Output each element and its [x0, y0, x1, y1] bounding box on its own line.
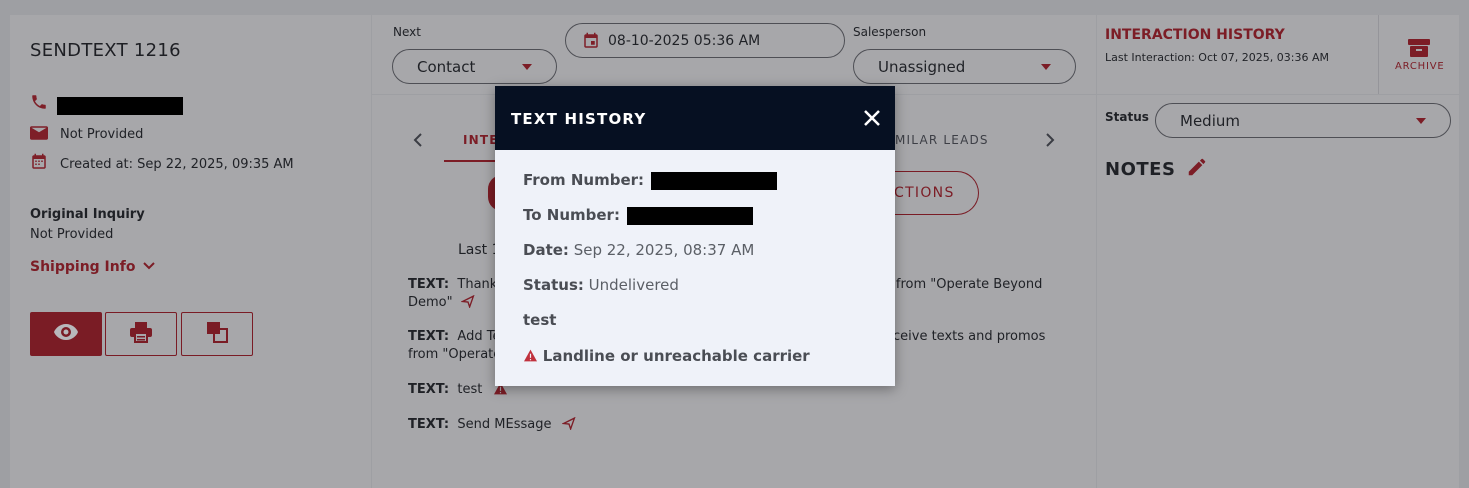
to-number-redacted	[626, 206, 753, 225]
message-label: TEXT:	[408, 277, 450, 292]
chevron-left-icon[interactable]	[413, 132, 423, 151]
message-label: TEXT:	[408, 329, 450, 344]
next-select-value: Contact	[417, 57, 476, 76]
to-number-label: To Number:	[523, 206, 620, 224]
actions-button-label: CTIONS	[894, 185, 955, 201]
interaction-history-title: INTERACTION HISTORY	[1105, 27, 1285, 43]
message-label: TEXT:	[408, 417, 450, 432]
view-button[interactable]	[30, 312, 102, 356]
lead-title: SENDTEXT 1216	[30, 40, 181, 61]
phone-icon	[30, 93, 48, 115]
message-text: Demo"	[408, 295, 453, 310]
text-history-modal: TEXT HISTORY From Number: To Number: Dat…	[495, 86, 895, 386]
message-4: TEXT: Send MEssage	[408, 416, 576, 434]
created-at: Created at: Sep 22, 2025, 09:35 AM	[60, 157, 294, 172]
salesperson-select[interactable]: Unassigned	[853, 49, 1076, 84]
notes-label: NOTES	[1105, 159, 1176, 180]
message-text: test	[523, 311, 557, 329]
message-text: Add Te	[457, 329, 501, 344]
last-interaction: Last Interaction: Oct 07, 2025, 03:36 AM	[1105, 51, 1329, 64]
email-icon	[30, 125, 48, 144]
message-label: TEXT:	[408, 382, 450, 397]
date-label: Date:	[523, 241, 569, 259]
calendar-icon	[582, 32, 600, 50]
notes-title: NOTES	[1105, 156, 1208, 180]
close-icon[interactable]	[861, 107, 883, 129]
shipping-info-toggle[interactable]: Shipping Info	[30, 259, 156, 275]
caret-down-icon	[522, 64, 532, 70]
message-text: test	[457, 382, 483, 397]
caret-down-icon	[1416, 118, 1426, 124]
status-label: Status	[1105, 110, 1149, 124]
archive-icon[interactable]	[1407, 38, 1431, 62]
date-row: Date: Sep 22, 2025, 08:37 AM	[523, 241, 754, 259]
message-text: Send MEssage	[457, 417, 552, 432]
send-icon	[457, 294, 475, 310]
send-icon	[556, 416, 576, 432]
tab-interactions[interactable]: INTE	[463, 133, 499, 147]
from-number-row: From Number:	[523, 171, 777, 190]
pencil-icon[interactable]	[1182, 158, 1208, 180]
status-notes-panel	[1097, 95, 1459, 488]
eye-icon	[53, 323, 79, 345]
archive-button[interactable]: ARCHIVE	[1395, 61, 1445, 72]
message-2-continued: eceive texts and promos	[885, 329, 1046, 344]
status-label: Status:	[523, 276, 584, 294]
phone-redacted	[57, 97, 183, 115]
modal-title: TEXT HISTORY	[511, 110, 647, 128]
message-1-continued: s from "Operate Beyond	[885, 277, 1043, 292]
message-1: TEXT: Thanks	[408, 276, 504, 294]
printer-icon	[129, 321, 153, 347]
original-inquiry-value: Not Provided	[30, 227, 114, 242]
email-value: Not Provided	[60, 127, 144, 142]
warning-row: Landline or unreachable carrier	[523, 347, 810, 365]
print-button[interactable]	[105, 312, 177, 356]
duplicate-button[interactable]	[181, 312, 253, 356]
date-value: 08-10-2025 05:36 AM	[608, 32, 761, 49]
date-input[interactable]: 08-10-2025 05:36 AM	[565, 23, 845, 58]
message-1-line2: Demo"	[408, 294, 475, 312]
next-label: Next	[393, 25, 421, 39]
next-select[interactable]: Contact	[392, 49, 557, 84]
date-value: Sep 22, 2025, 08:37 AM	[573, 241, 755, 259]
message-body: test	[523, 311, 556, 329]
copy-icon	[205, 321, 229, 347]
shipping-info-label: Shipping Info	[30, 259, 136, 275]
modal-header: TEXT HISTORY	[495, 86, 895, 150]
chevron-right-icon[interactable]	[1045, 132, 1055, 151]
warning-text: Landline or unreachable carrier	[542, 347, 810, 365]
chevron-down-icon	[140, 259, 156, 275]
warning-icon	[523, 347, 538, 365]
active-tab-indicator	[444, 160, 496, 162]
from-number-redacted	[650, 171, 777, 190]
status-row: Status: Undelivered	[523, 276, 679, 294]
salesperson-value: Unassigned	[878, 57, 966, 76]
message-3: TEXT: test	[408, 381, 508, 399]
message-2: TEXT: Add Te	[408, 328, 500, 346]
message-2-line2: from "Operate	[408, 347, 502, 362]
divider	[1378, 15, 1379, 94]
status-select[interactable]: Medium	[1155, 103, 1451, 138]
to-number-row: To Number:	[523, 206, 753, 225]
status-value: Medium	[1180, 111, 1240, 130]
original-inquiry-label: Original Inquiry	[30, 207, 145, 222]
salesperson-label: Salesperson	[853, 25, 927, 39]
tab-similar-leads[interactable]: MILAR LEADS	[895, 133, 989, 147]
status-value: Undelivered	[588, 276, 679, 294]
from-number-label: From Number:	[523, 171, 645, 189]
lead-panel	[10, 15, 371, 488]
calendar-icon	[30, 153, 48, 175]
caret-down-icon	[1041, 64, 1051, 70]
